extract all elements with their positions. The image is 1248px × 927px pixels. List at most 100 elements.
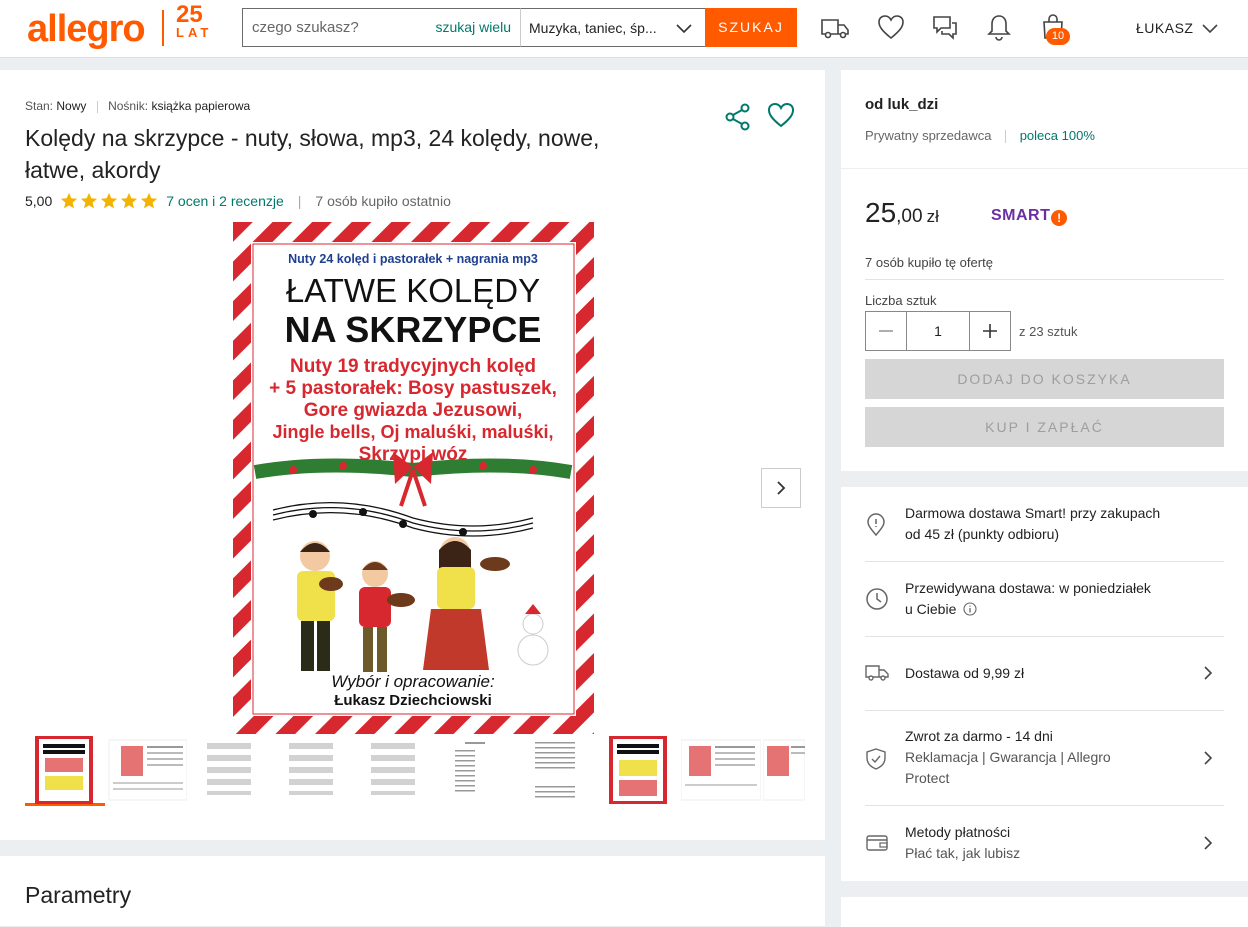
ratings-reviews-link[interactable]: 7 ocen i 2 recenzje (166, 193, 284, 209)
free-return-row[interactable]: Zwrot za darmo - 14 dni Reklamacja | Gwa… (865, 711, 1224, 806)
category-value: Muzyka, taniec, śp... (529, 20, 657, 36)
delivery-cost-row[interactable]: Dostawa od 9,99 zł (865, 637, 1224, 711)
price-cents: ,00 (896, 206, 923, 227)
cover-desc-1: Nuty 19 tradycyjnych kolęd (290, 356, 536, 377)
parameters-section: Parametry (0, 856, 825, 926)
cover-desc-4: Jingle bells, Oj maluśki, maluśki, (272, 422, 553, 442)
expected-delivery-line-2: u Ciebie (905, 601, 957, 617)
thumbnail[interactable] (599, 736, 679, 806)
search-box: szukaj wielu (242, 8, 521, 47)
expected-delivery-line-1: Przewidywana dostawa: w poniedziałek (905, 580, 1151, 596)
info-icon[interactable] (963, 602, 977, 616)
seller-recommendation[interactable]: poleca 100% (1020, 128, 1095, 143)
next-card (841, 897, 1248, 927)
cover-title-2: NA SKRZYPCE (285, 309, 542, 350)
top-header: allegro 25 LAT szukaj wielu Muzyka, tani… (0, 0, 1248, 58)
seller-divider (1005, 130, 1007, 144)
seller-type: Prywatny sprzedawca (865, 128, 992, 143)
search-many-link[interactable]: szukaj wielu (436, 19, 511, 35)
cover-desc-2: + 5 pastorałek: Bosy pastuszek, (269, 378, 557, 399)
anniversary-text: LAT (176, 25, 213, 40)
gallery-next-button[interactable] (761, 468, 801, 508)
clock-icon (866, 588, 888, 610)
plus-icon (983, 324, 997, 338)
thumbnail[interactable] (189, 736, 269, 806)
divider (865, 279, 1224, 280)
thumbnail[interactable] (680, 736, 762, 806)
medium-value: książka papierowa (151, 99, 251, 113)
star-icon (101, 192, 118, 209)
smart-label: SMART (991, 207, 1051, 224)
quantity-input[interactable]: 1 (906, 312, 970, 350)
expected-delivery-row: Przewidywana dostawa: w poniedziałek u C… (865, 562, 1224, 637)
thumbnail[interactable] (763, 736, 805, 806)
heart-icon[interactable] (767, 101, 795, 129)
thumbnail-strip (25, 736, 805, 808)
thumbnail[interactable] (25, 736, 105, 806)
search-button[interactable]: SZUKAJ (705, 8, 797, 47)
quantity-available: z 23 sztuk (1019, 324, 1078, 339)
product-title: Kolędy na skrzypce - nuty, słowa, mp3, 2… (25, 125, 600, 183)
bought-count: 7 osób kupiło tę ofertę (865, 255, 993, 270)
star-icon (61, 192, 78, 209)
chevron-down-icon (676, 24, 692, 34)
star-icon (141, 192, 158, 209)
delivery-cost-text: Dostawa od 9,99 zł (905, 665, 1025, 681)
thumbnail[interactable] (517, 736, 597, 806)
free-return-text: Zwrot za darmo - 14 dni Reklamacja | Gwa… (905, 726, 1111, 789)
payment-line-1: Metody płatności (905, 824, 1011, 840)
delivery-truck-icon[interactable] (820, 12, 850, 42)
cover-author-name: Łukasz Dziechciowski (334, 692, 492, 709)
search-input[interactable] (243, 9, 423, 46)
delivery-truck-icon (865, 665, 889, 681)
payment-methods-text: Metody płatności Płać tak, jak lubisz (905, 822, 1020, 864)
quantity-decrease-button[interactable] (866, 312, 906, 350)
smart-delivery-line-2: od 45 zł (punkty odbioru) (905, 526, 1060, 542)
smart-delivery-row: Darmowa dostawa Smart! przy zakupach od … (865, 487, 1224, 562)
free-return-line-3: Protect (905, 770, 950, 786)
smart-delivery-text: Darmowa dostawa Smart! przy zakupach od … (905, 503, 1160, 545)
seller-name[interactable]: od luk_dzi (865, 96, 938, 113)
thumbnail[interactable] (271, 736, 351, 806)
anniversary-number: 25 (176, 1, 203, 28)
product-panel: Stan: Nowy Nośnik: książka papierowa Kol… (0, 70, 825, 840)
price: 25,00 zł (865, 197, 939, 229)
cover-top-line: Nuty 24 kolęd i pastorałek + nagrania mp… (288, 252, 538, 266)
messages-icon[interactable] (930, 12, 960, 42)
expected-delivery-text: Przewidywana dostawa: w poniedziałek u C… (905, 578, 1151, 620)
cover-title-1: ŁATWE KOLĘDY (286, 272, 540, 309)
star-icon (81, 192, 98, 209)
buy-now-button[interactable]: KUP I ZAPŁAĆ (865, 407, 1224, 447)
shield-check-icon (866, 748, 886, 770)
product-image[interactable]: Nuty 24 kolęd i pastorałek + nagrania mp… (233, 222, 594, 734)
add-to-cart-button[interactable]: DODAJ DO KOSZYKA (865, 359, 1224, 399)
chevron-right-icon (1204, 666, 1213, 680)
anniversary-badge: 25 LAT (176, 1, 213, 40)
heart-icon[interactable] (876, 12, 906, 42)
smart-logo: SMART! (991, 207, 1068, 226)
chevron-right-icon (1204, 836, 1213, 850)
thumbnail[interactable] (353, 736, 433, 806)
share-icon[interactable] (724, 103, 752, 131)
quantity-increase-button[interactable] (970, 312, 1010, 350)
payment-methods-row[interactable]: Metody płatności Płać tak, jak lubisz (865, 806, 1224, 881)
free-return-line-2: Reklamacja | Gwarancja | Allegro (905, 749, 1111, 765)
minus-icon (879, 330, 893, 332)
chevron-down-icon[interactable] (1200, 18, 1220, 38)
parameters-title: Parametry (25, 882, 132, 908)
star-icon (121, 192, 138, 209)
price-main: 25 (865, 197, 897, 228)
location-pin-icon (867, 513, 885, 537)
cart-count-badge: 10 (1046, 28, 1070, 45)
medium-label: Nośnik: (108, 99, 149, 113)
user-menu[interactable]: ŁUKASZ (1136, 20, 1193, 36)
thumbnail[interactable] (107, 736, 188, 806)
free-return-line-1: Zwrot za darmo - 14 dni (905, 728, 1053, 744)
thumbnail[interactable] (435, 736, 515, 806)
category-select[interactable]: Muzyka, taniec, śp... (520, 8, 706, 47)
smart-delivery-line-1: Darmowa dostawa Smart! przy zakupach (905, 505, 1161, 521)
allegro-logo[interactable]: allegro (27, 8, 146, 51)
state-value: Nowy (56, 99, 87, 113)
notifications-bell-icon[interactable] (984, 12, 1014, 42)
seller-card: od luk_dzi Prywatny sprzedawca poleca 10… (841, 70, 1248, 168)
